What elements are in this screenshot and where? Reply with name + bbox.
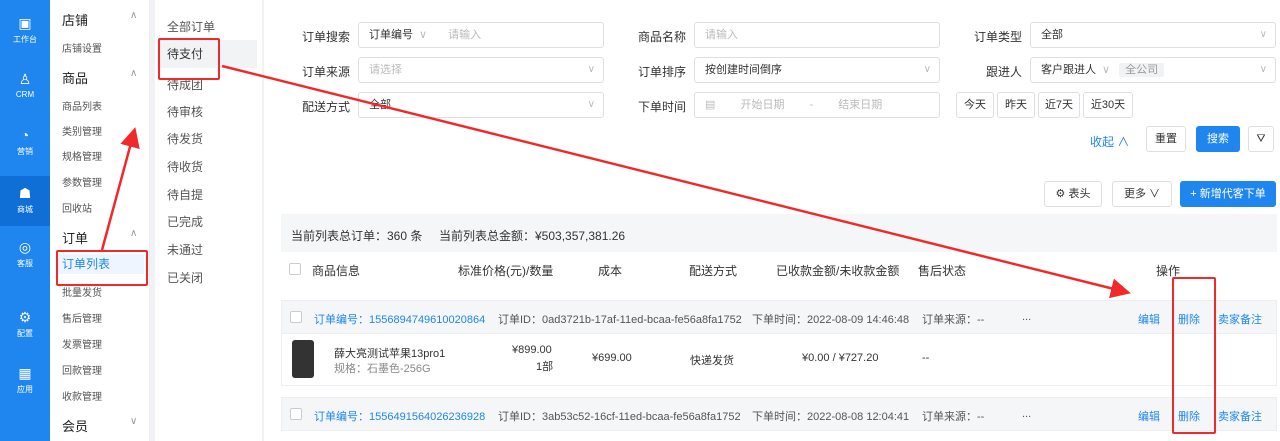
- arrow-to-menu: [100, 127, 140, 251]
- annotation-arrows: [100, 64, 1131, 299]
- arrow-to-delete: [221, 64, 1131, 299]
